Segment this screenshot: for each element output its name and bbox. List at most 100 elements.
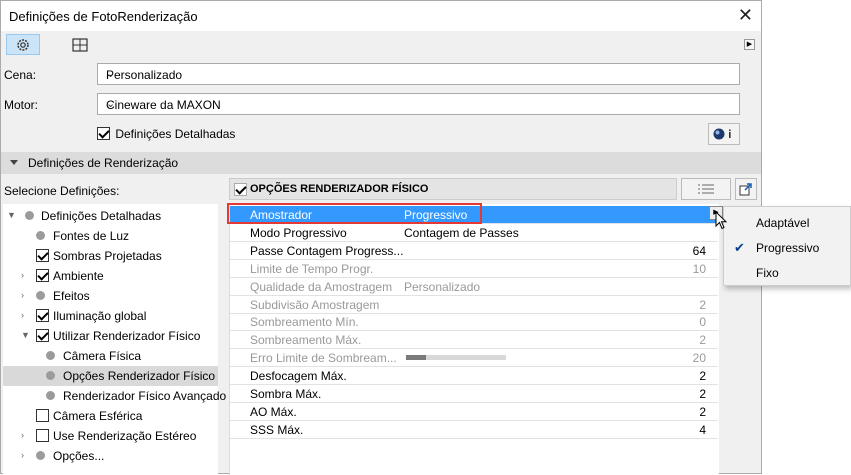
tree-item[interactable]: › Iluminação global: [3, 306, 218, 326]
bullet-dot-icon: [36, 291, 45, 300]
bullet-dot-icon: [36, 231, 45, 240]
viewport-icon: [72, 37, 88, 52]
export-settings-button[interactable]: [735, 178, 757, 200]
property-name: Sombra Máx.: [250, 387, 322, 401]
dropdown-option[interactable]: Progressivo: [756, 241, 819, 255]
tree-item[interactable]: Opções Renderizador Físico: [3, 366, 218, 386]
tree-item-label: Iluminação global: [53, 309, 147, 323]
close-icon[interactable]: ✕: [738, 5, 753, 25]
property-row: Qualidade da Amostragem Personalizado: [230, 278, 718, 296]
tree-item[interactable]: Fontes de Luz: [3, 226, 218, 246]
tree-item[interactable]: › Efeitos: [3, 286, 218, 306]
tree-item[interactable]: Câmera Esférica: [3, 406, 218, 426]
tree-item-checkbox[interactable]: [36, 269, 49, 282]
tree-item-label: Sombras Projetadas: [53, 249, 162, 263]
tree-item[interactable]: ▼ Definições Detalhadas: [3, 206, 218, 226]
list-view-button[interactable]: [681, 178, 731, 200]
tree-item[interactable]: ▼ Utilizar Renderizador Físico: [3, 326, 218, 346]
property-name: Qualidade da Amostragem: [250, 279, 393, 294]
property-name: Sombreamento Mín.: [250, 315, 359, 330]
property-row[interactable]: Modo Progressivo Contagem de Passes: [230, 224, 718, 242]
tree-item-checkbox[interactable]: [36, 249, 49, 262]
property-row[interactable]: Desfocagem Máx. 2: [230, 367, 718, 386]
tree-item[interactable]: › Ambiente: [3, 266, 218, 286]
property-row: Sombreamento Máx. 2: [230, 331, 718, 350]
expanded-chevron-icon[interactable]: ▼: [21, 330, 30, 340]
scene-select[interactable]: Personalizado ⌄: [97, 63, 740, 85]
toolbar-scroll-right-icon[interactable]: ▶: [744, 39, 755, 50]
property-number: 4: [699, 422, 706, 437]
tree-item-checkbox[interactable]: [36, 429, 49, 442]
bullet-dot-icon: [46, 351, 55, 360]
sampler-dropdown-menu: Adaptável ✔ Progressivo Fixo: [723, 206, 851, 286]
tree-item-label: Opções Renderizador Físico: [63, 369, 216, 383]
chevron-down-icon: ⌄: [106, 98, 116, 110]
export-icon: [739, 183, 752, 196]
collapsed-chevron-icon[interactable]: ›: [21, 270, 24, 280]
property-name: Desfocagem Máx.: [250, 369, 347, 384]
detailed-settings-toggle[interactable]: Definições Detalhadas: [97, 127, 235, 141]
engine-label: Motor:: [4, 98, 39, 112]
property-number: 2: [699, 369, 706, 384]
tree-item-checkbox[interactable]: [36, 309, 49, 322]
collapse-triangle-icon: [10, 160, 18, 165]
property-number: 10: [692, 261, 706, 276]
property-number: 2: [699, 387, 706, 401]
property-slider: [406, 355, 506, 361]
property-name: Modo Progressivo: [250, 225, 347, 240]
property-name: Subdivisão Amostragem: [250, 297, 380, 312]
dialog-window: Definições de FotoRenderização ✕ ▶ Cena:…: [0, 0, 762, 475]
property-row: Sombreamento Mín. 0: [230, 313, 718, 332]
viewport-tab-button[interactable]: [63, 34, 97, 55]
property-row: Subdivisão Amostragem 2: [230, 296, 718, 314]
property-number: 64: [692, 243, 706, 258]
tree-item-checkbox[interactable]: [36, 329, 49, 342]
property-row[interactable]: SSS Máx. 4: [230, 421, 718, 439]
tree-item-label: Opções...: [53, 449, 105, 463]
detailed-label: Definições Detalhadas: [115, 127, 236, 141]
panel-enabled-checkbox: [234, 183, 247, 196]
tree-item-label: Utilizar Renderizador Físico: [53, 329, 201, 343]
bullet-dot-icon: [46, 371, 55, 380]
settings-tab-button[interactable]: [6, 34, 40, 55]
collapsed-chevron-icon[interactable]: ›: [21, 430, 24, 440]
property-value: Contagem de Passes: [404, 225, 519, 240]
tree-item[interactable]: Sombras Projetadas: [3, 246, 218, 266]
gear-icon: [17, 38, 29, 51]
expanded-chevron-icon[interactable]: ▼: [7, 210, 16, 220]
engine-info-button[interactable]: [708, 123, 740, 145]
tree-item-label: Ambiente: [53, 269, 104, 283]
dropdown-option[interactable]: Fixo: [756, 266, 779, 280]
detailed-checkbox[interactable]: [97, 127, 110, 140]
settings-tree: ▼ Definições Detalhadas Fontes de Luz Sombr…: [3, 204, 226, 475]
collapsed-chevron-icon[interactable]: ›: [21, 310, 24, 320]
property-name: Passe Contagem Progress...: [250, 243, 404, 258]
panel-header-title: OPÇÕES RENDERIZADOR FÍSICO: [250, 183, 429, 195]
property-row[interactable]: Sombra Máx. 2: [230, 385, 718, 403]
property-name: SSS Máx.: [250, 422, 304, 437]
property-row[interactable]: Passe Contagem Progress... 64: [230, 242, 718, 260]
tree-item-checkbox[interactable]: [36, 409, 49, 422]
render-settings-section-header[interactable]: Definições de Renderização: [1, 152, 761, 174]
list-icon: [698, 184, 714, 194]
cinema4d-info-icon: [713, 128, 731, 140]
tree-item[interactable]: › Use Renderização Estéreo: [3, 426, 218, 446]
tree-item-label: Definições Detalhadas: [41, 209, 162, 223]
property-number: 20: [692, 351, 706, 366]
collapsed-chevron-icon[interactable]: ›: [21, 290, 24, 300]
property-row[interactable]: AO Máx. 2: [230, 403, 718, 421]
dropdown-option[interactable]: Adaptável: [756, 216, 809, 230]
property-number: 2: [699, 404, 706, 419]
checkmark-icon: ✔: [734, 240, 745, 255]
engine-select[interactable]: Cineware da MAXON ⌄: [97, 93, 740, 115]
tree-item[interactable]: › Opções...: [3, 446, 218, 466]
collapsed-chevron-icon[interactable]: ›: [21, 450, 24, 460]
tree-item-label: Fontes de Luz: [53, 229, 130, 243]
tree-item-label: Use Renderização Estéreo: [53, 429, 197, 443]
tree-item[interactable]: Câmera Física: [3, 346, 218, 366]
tree-item[interactable]: Renderizador Físico Avançado: [3, 386, 226, 406]
select-settings-label: Selecione Definições:: [4, 184, 120, 198]
property-number: 0: [699, 315, 706, 330]
mouse-cursor-icon: [715, 211, 728, 230]
panel-header: OPÇÕES RENDERIZADOR FÍSICO: [229, 178, 677, 200]
